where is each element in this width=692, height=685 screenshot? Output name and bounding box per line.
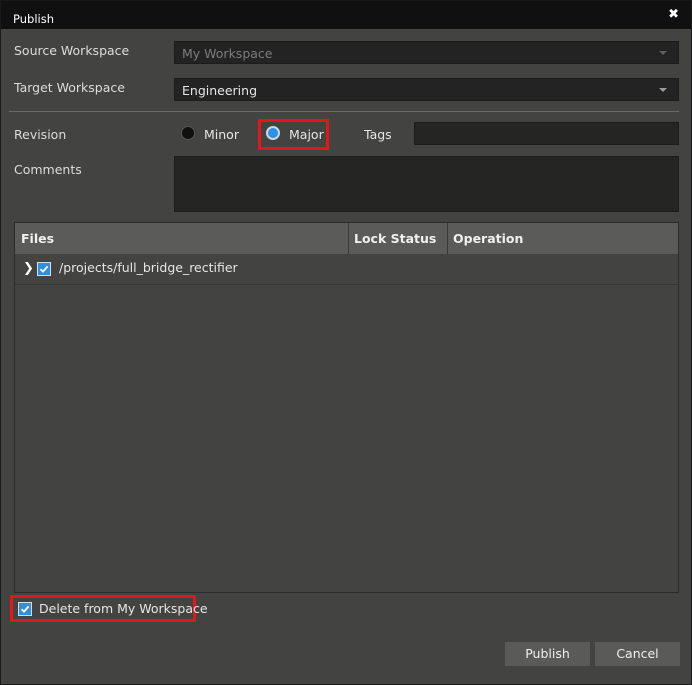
window-title: Publish [13, 12, 54, 26]
comments-textarea[interactable] [174, 156, 679, 212]
tags-input[interactable] [414, 122, 679, 145]
cancel-button[interactable]: Cancel [595, 642, 680, 666]
checkmark-icon [20, 605, 30, 613]
divider [9, 111, 679, 112]
source-workspace-value: My Workspace [182, 46, 273, 61]
revision-major-radio[interactable] [266, 126, 280, 140]
column-header-operation[interactable]: Operation [447, 223, 678, 254]
column-header-files[interactable]: Files [15, 223, 348, 254]
delete-from-workspace-label[interactable]: Delete from My Workspace [39, 601, 208, 616]
target-workspace-label: Target Workspace [14, 80, 125, 95]
column-header-lock-status[interactable]: Lock Status [348, 223, 447, 254]
comments-label: Comments [14, 162, 82, 177]
revision-label: Revision [14, 127, 67, 142]
delete-from-workspace-checkbox[interactable] [18, 602, 32, 616]
chevron-right-icon[interactable]: ❯ [23, 261, 34, 276]
source-workspace-select: My Workspace [174, 41, 679, 64]
revision-major-label[interactable]: Major [289, 127, 324, 142]
title-bar[interactable]: Publish ✖ [1, 1, 691, 29]
close-icon[interactable]: ✖ [668, 7, 679, 22]
checkmark-icon [39, 265, 49, 273]
publish-dialog: Publish ✖ Source Workspace My Workspace … [0, 0, 692, 685]
target-workspace-value: Engineering [182, 83, 257, 98]
source-workspace-label: Source Workspace [14, 43, 130, 58]
publish-button[interactable]: Publish [505, 642, 590, 666]
chevron-down-icon [659, 51, 667, 55]
table-header: Files Lock Status Operation [15, 223, 678, 254]
file-path: /projects/full_bridge_rectifier [59, 260, 238, 275]
tags-label: Tags [364, 127, 392, 142]
target-workspace-select[interactable]: Engineering [174, 78, 679, 101]
files-table: Files Lock Status Operation ❯ /projects/… [14, 222, 679, 593]
revision-minor-radio[interactable] [181, 126, 195, 140]
table-row[interactable]: ❯ /projects/full_bridge_rectifier [15, 254, 678, 285]
file-row-checkbox[interactable] [37, 262, 51, 276]
revision-minor-label[interactable]: Minor [204, 127, 239, 142]
chevron-down-icon[interactable] [659, 88, 667, 92]
